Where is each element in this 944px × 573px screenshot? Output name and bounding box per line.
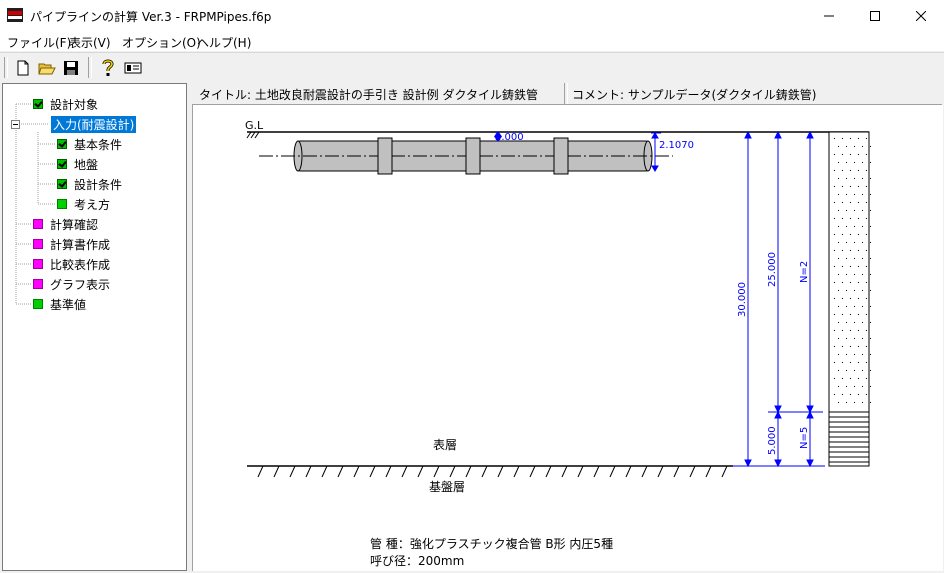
depth-lower-label: 5.000	[767, 426, 778, 455]
diameter-dimension	[651, 132, 661, 172]
drawing-canvas: G.L 2.000 2.1070 30.000 25.000 5.000 N=2…	[192, 105, 943, 571]
tree-item-label: 地盤	[74, 157, 99, 172]
menu-file[interactable]: ファイル(F)	[7, 34, 71, 51]
cover-dim-label: 2.000	[495, 132, 524, 143]
open-button[interactable]	[36, 57, 58, 79]
magenta-square-icon	[33, 279, 43, 289]
menu-options[interactable]: オプション(O)	[122, 34, 201, 51]
n-upper-label: N=2	[799, 261, 810, 283]
tree-item-calc-check[interactable]: 計算確認	[33, 215, 98, 233]
help-button[interactable]	[97, 57, 119, 79]
ground-hatch	[246, 131, 260, 139]
tree-item-label: 入力(耐震設計)	[51, 115, 137, 133]
toolbar-grip	[4, 57, 8, 78]
check-icon	[57, 139, 67, 149]
tree-item-basic-conditions[interactable]: 基本条件	[57, 135, 122, 153]
tree-item-standard-values[interactable]: 基準値	[33, 295, 86, 313]
save-button[interactable]	[60, 57, 82, 79]
tree-item-input-seismic[interactable]: 入力(耐震設計)	[51, 115, 137, 133]
tree-item-label: 計算書作成	[50, 237, 111, 252]
save-disk-icon	[64, 61, 78, 75]
window-title: パイプラインの計算 Ver.3 - FRPMPipes.f6p	[30, 10, 272, 24]
tree-item-ground[interactable]: 地盤	[57, 155, 98, 173]
tree-item-design-target[interactable]: 設計対象	[33, 95, 98, 113]
green-square-icon	[57, 199, 67, 209]
diameter-dim-label: 2.1070	[659, 140, 694, 151]
maximize-button[interactable]	[852, 0, 898, 31]
new-button[interactable]	[12, 57, 34, 79]
menu-bar: ファイル(F) 表示(V) オプション(O) ヘルプ(H)	[0, 31, 944, 51]
info-card-icon	[124, 62, 142, 74]
base-hatch	[257, 465, 728, 478]
tree-item-label: 設計条件	[74, 177, 123, 192]
tree-item-label: 考え方	[74, 197, 111, 212]
collapse-toggle[interactable]	[11, 120, 20, 129]
toolbar-separator	[88, 57, 92, 78]
title-bar: パイプラインの計算 Ver.3 - FRPMPipes.f6p	[0, 0, 944, 31]
cross-section-drawing: G.L 2.000 2.1070 30.000 25.000 5.000 N=2…	[245, 119, 871, 494]
tree-item-label: 基本条件	[74, 137, 123, 152]
n-lower-label: N=5	[799, 427, 810, 449]
ground-level-label: G.L	[245, 119, 264, 132]
header-separator	[564, 83, 568, 104]
green-square-icon	[33, 299, 43, 309]
pipe-type-caption: 管 種：強化プラスチック複合管 B形 内圧5種	[370, 537, 614, 551]
info-header: タイトル: 土地改良耐震設計の手引き 設計例 ダクタイル鋳鉄管 コメント: サン…	[192, 83, 942, 105]
navigation-tree[interactable]: 設計対象 入力(耐震設計) 基本条件 地盤 設計条件 考え方 計算確認 計算書作…	[2, 83, 187, 571]
check-icon	[57, 179, 67, 189]
maximize-icon	[870, 10, 880, 21]
tree-item-graph[interactable]: グラフ表示	[33, 275, 110, 293]
question-mark-icon	[102, 59, 114, 76]
magenta-square-icon	[33, 259, 43, 269]
tree-item-label: グラフ表示	[50, 277, 111, 292]
close-button[interactable]	[898, 0, 944, 31]
tree-item-label: 比較表作成	[50, 257, 111, 272]
tree-item-approach[interactable]: 考え方	[57, 195, 110, 213]
magenta-square-icon	[33, 219, 43, 229]
pipe-joint-2	[465, 137, 481, 175]
menu-view[interactable]: 表示(V)	[69, 34, 111, 51]
app-icon	[7, 8, 23, 22]
tree-item-label: 設計対象	[50, 97, 99, 112]
menu-help[interactable]: ヘルプ(H)	[197, 34, 251, 51]
nominal-diameter-caption: 呼び径：200mm	[370, 554, 465, 568]
magenta-square-icon	[33, 239, 43, 249]
new-file-icon	[17, 60, 29, 76]
minimize-icon	[824, 15, 834, 16]
about-button[interactable]	[122, 57, 144, 79]
pipe-joint-1	[377, 137, 393, 175]
close-icon	[916, 10, 926, 21]
tree-item-design-conditions[interactable]: 設計条件	[57, 175, 122, 193]
surface-layer-label: 表層	[433, 438, 457, 452]
pipe-joint-3	[553, 137, 569, 175]
depth-upper-label: 25.000	[767, 252, 778, 287]
check-icon	[33, 99, 43, 109]
tree-item-report[interactable]: 計算書作成	[33, 235, 110, 253]
minimize-button[interactable]	[806, 0, 852, 31]
base-layer-label: 基盤層	[429, 480, 465, 494]
check-icon	[57, 159, 67, 169]
design-title: タイトル: 土地改良耐震設計の手引き 設計例 ダクタイル鋳鉄管	[199, 88, 539, 102]
design-comment: コメント: サンプルデータ(ダクタイル鋳鉄管)	[572, 88, 817, 102]
toolbar	[0, 52, 944, 82]
tree-item-label: 計算確認	[50, 217, 99, 232]
tree-item-comparison[interactable]: 比較表作成	[33, 255, 110, 273]
depth-total-label: 30.000	[737, 282, 748, 317]
tree-item-label: 基準値	[50, 297, 87, 312]
open-folder-icon	[38, 63, 56, 75]
